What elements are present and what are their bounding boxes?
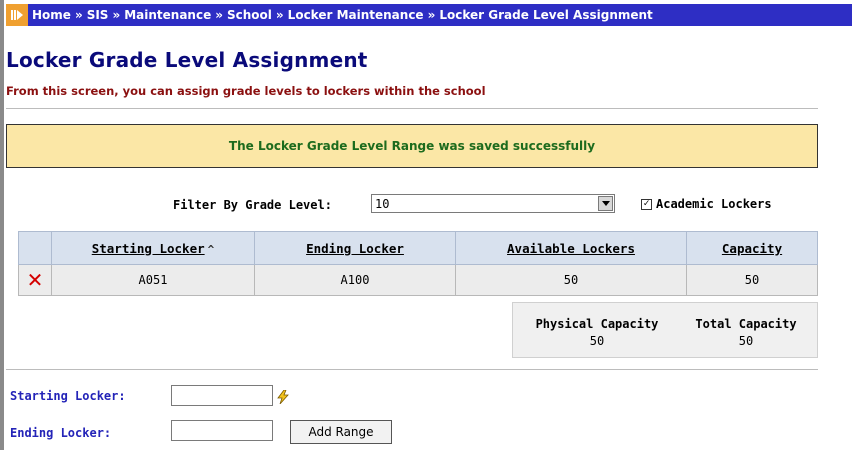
filter-row: Filter By Grade Level: 10 ✓ Academic Loc… (0, 194, 852, 216)
breadcrumb-locker-maintenance[interactable]: Locker Maintenance (288, 8, 424, 22)
cell-ending-locker: A100 (254, 264, 456, 296)
breadcrumb-school[interactable]: School (227, 8, 272, 22)
breadcrumb-sis[interactable]: SIS (87, 8, 109, 22)
checkmark-icon: ✓ (643, 198, 650, 209)
academic-lockers-label: Academic Lockers (656, 197, 772, 211)
cell-available-lockers: 50 (455, 264, 687, 296)
total-capacity-value: 50 (738, 334, 754, 348)
breadcrumb-separator: » (112, 8, 121, 22)
table-header-row: Starting Locker ^ Ending Locker Available… (18, 231, 818, 265)
breadcrumb-separator: » (275, 8, 284, 22)
grade-filter-label: Filter By Grade Level: (173, 198, 332, 212)
ending-locker-label: Ending Locker: (10, 426, 112, 440)
header-starting-locker[interactable]: Starting Locker ^ (51, 231, 255, 265)
academic-lockers-checkbox[interactable]: ✓ (641, 198, 652, 210)
table-row: ✕ A051 A100 50 50 (18, 264, 818, 296)
breadcrumb-current: Locker Grade Level Assignment (439, 8, 653, 22)
breadcrumb-home[interactable]: Home (32, 8, 71, 22)
breadcrumb-separator: » (427, 8, 436, 22)
dropdown-arrow-icon[interactable] (598, 196, 613, 211)
breadcrumb-separator: » (215, 8, 223, 22)
success-message-text: The Locker Grade Level Range was saved s… (228, 139, 596, 153)
total-capacity-label: Total Capacity (695, 317, 797, 331)
header-delete-column (18, 231, 52, 265)
page-title: Locker Grade Level Assignment (6, 48, 368, 72)
breadcrumb-separator: » (74, 8, 83, 22)
header-capacity[interactable]: Capacity (686, 231, 818, 265)
divider (6, 369, 818, 370)
breadcrumb-maintenance[interactable]: Maintenance (124, 8, 211, 22)
header-ending-locker[interactable]: Ending Locker (254, 231, 456, 265)
academic-lockers-toggle[interactable]: ✓ Academic Lockers (641, 197, 772, 211)
physical-capacity: Physical Capacity 50 (521, 317, 673, 348)
starting-locker-label: Starting Locker: (10, 389, 126, 403)
physical-capacity-value: 50 (589, 334, 605, 348)
starting-locker-input[interactable] (171, 385, 273, 406)
header-available-lockers-label[interactable]: Available Lockers (507, 241, 635, 256)
header-ending-locker-label[interactable]: Ending Locker (306, 241, 404, 256)
cell-capacity: 50 (686, 264, 818, 296)
header-starting-locker-label[interactable]: Starting Locker (92, 241, 205, 256)
page-subtitle: From this screen, you can assign grade l… (6, 84, 486, 98)
delete-row-cell[interactable]: ✕ (18, 264, 52, 296)
header-capacity-label[interactable]: Capacity (722, 241, 782, 256)
sort-ascending-icon[interactable]: ^ (208, 243, 215, 256)
physical-capacity-label: Physical Capacity (535, 317, 659, 331)
divider (6, 108, 818, 109)
header-available-lockers[interactable]: Available Lockers (455, 231, 687, 265)
breadcrumb: Home » SIS » Maintenance » School » Lock… (6, 4, 852, 26)
grade-level-value: 10 (375, 197, 390, 211)
grade-level-select[interactable]: 10 (371, 194, 615, 213)
add-range-button[interactable]: Add Range (290, 420, 392, 444)
capacity-summary: Physical Capacity 50 Total Capacity 50 (512, 302, 818, 358)
ending-locker-input[interactable] (171, 420, 273, 441)
lightning-lookup-icon[interactable] (277, 389, 289, 408)
breadcrumb-nav-icon[interactable] (6, 4, 28, 26)
cell-starting-locker: A051 (51, 264, 255, 296)
total-capacity: Total Capacity 50 (679, 317, 813, 348)
delete-x-icon[interactable]: ✕ (27, 268, 44, 292)
left-border (0, 0, 4, 450)
locker-range-table: Starting Locker ^ Ending Locker Available… (18, 231, 818, 296)
success-message: The Locker Grade Level Range was saved s… (6, 124, 818, 168)
